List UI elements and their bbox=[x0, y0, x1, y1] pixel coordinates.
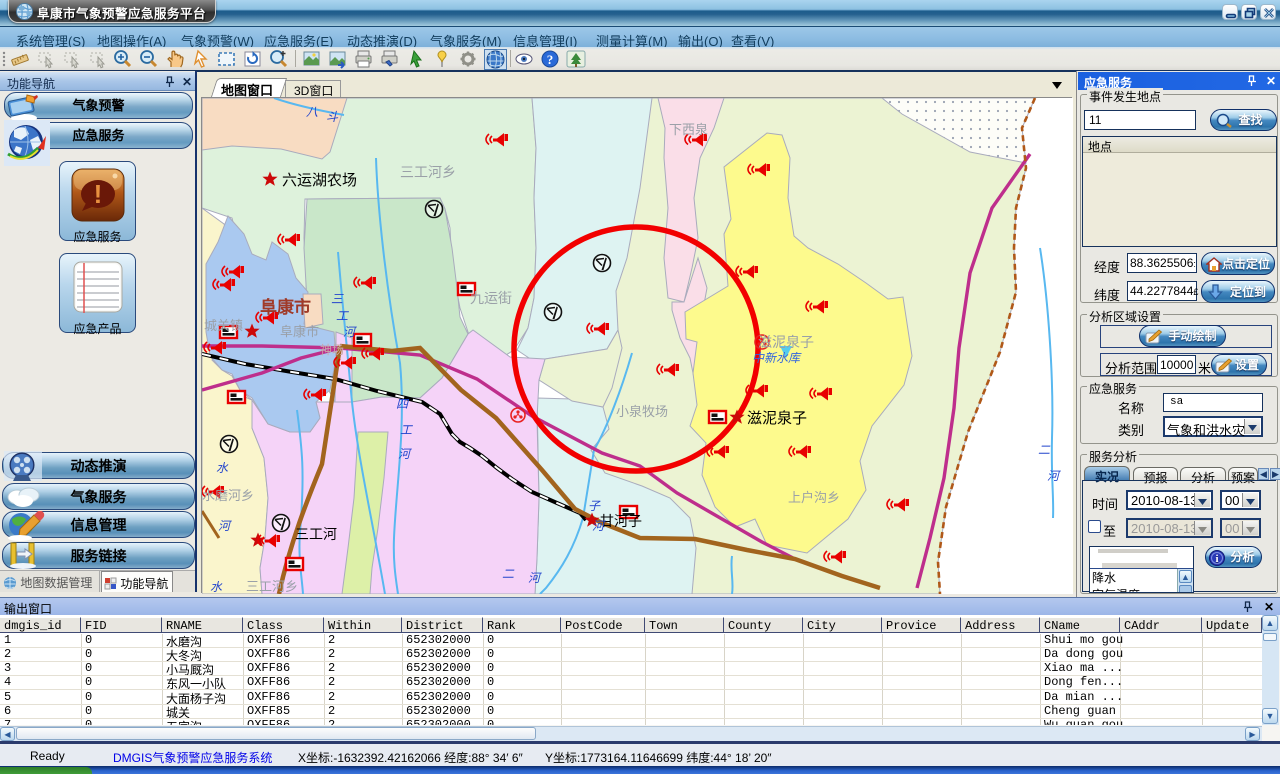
svg-text:滋泥泉子: 滋泥泉子 bbox=[747, 410, 807, 427]
svg-text:滋泥泉子: 滋泥泉子 bbox=[758, 334, 814, 350]
svg-text:阜康市: 阜康市 bbox=[260, 297, 311, 317]
svg-text:斗: 斗 bbox=[326, 110, 339, 124]
svg-text:四: 四 bbox=[396, 397, 410, 411]
svg-text:河: 河 bbox=[592, 519, 606, 533]
svg-text:甘河子: 甘河子 bbox=[600, 513, 642, 529]
svg-text:i: i bbox=[1215, 553, 1218, 565]
svg-text:水: 水 bbox=[216, 461, 229, 475]
svg-text:三工河乡: 三工河乡 bbox=[246, 579, 298, 594]
svg-text:神场: 神场 bbox=[320, 343, 344, 357]
svg-text:水: 水 bbox=[210, 580, 223, 594]
svg-text:城关镇: 城关镇 bbox=[204, 318, 243, 333]
svg-text:八: 八 bbox=[306, 105, 318, 119]
svg-text:三工河乡: 三工河乡 bbox=[400, 164, 456, 180]
svg-text:子: 子 bbox=[588, 499, 601, 513]
svg-text:小泉牧场: 小泉牧场 bbox=[616, 404, 668, 419]
svg-text:工: 工 bbox=[400, 423, 413, 437]
svg-text:二: 二 bbox=[1038, 443, 1051, 457]
svg-text:河: 河 bbox=[398, 447, 412, 461]
svg-text:六运湖农场: 六运湖农场 bbox=[282, 172, 357, 189]
svg-text:三: 三 bbox=[331, 292, 344, 306]
svg-text:水磨河乡: 水磨河乡 bbox=[202, 488, 254, 503]
svg-text:河: 河 bbox=[1047, 469, 1061, 483]
svg-text:二: 二 bbox=[502, 567, 515, 581]
svg-text:河: 河 bbox=[343, 325, 357, 339]
svg-text:三工河: 三工河 bbox=[295, 526, 337, 542]
svg-text:上户沟乡: 上户沟乡 bbox=[788, 490, 840, 505]
svg-text:工: 工 bbox=[336, 309, 349, 323]
svg-text:中新水库: 中新水库 bbox=[752, 351, 802, 365]
svg-text:?: ? bbox=[547, 52, 554, 67]
svg-text:下西泉: 下西泉 bbox=[669, 122, 708, 137]
svg-text:河: 河 bbox=[218, 519, 232, 533]
svg-text:河: 河 bbox=[528, 571, 542, 585]
svg-text:阜康市: 阜康市 bbox=[280, 324, 319, 339]
svg-text:九运街: 九运街 bbox=[470, 290, 512, 306]
svg-text:!: ! bbox=[93, 179, 102, 209]
